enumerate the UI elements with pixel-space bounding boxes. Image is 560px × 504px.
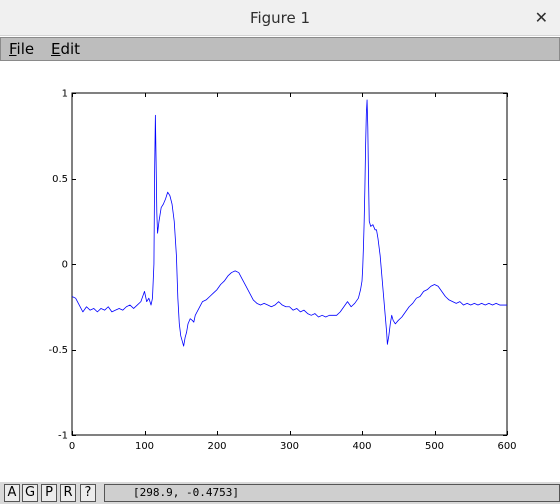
menu-file-label: ile [16, 40, 35, 58]
menu-bar: File Edit [0, 37, 560, 61]
x-tick-label: 100 [135, 441, 154, 452]
x-tick-label: 600 [497, 441, 516, 452]
x-tick-label: 200 [207, 441, 226, 452]
y-tick-label: -1 [58, 431, 68, 442]
ecg-trace-line [71, 99, 507, 347]
close-icon[interactable]: ✕ [535, 0, 548, 36]
y-tick-label: 0 [62, 260, 68, 271]
help-button[interactable]: ? [80, 484, 96, 502]
window-title: Figure 1 [249, 9, 311, 27]
y-tick-label: -0.5 [48, 345, 68, 356]
x-tick-label: 500 [425, 441, 444, 452]
rotate-button[interactable]: R [60, 484, 76, 502]
x-tick-label: 0 [69, 441, 75, 452]
menu-edit-label: dit [60, 40, 81, 58]
y-tick-label: 0.5 [52, 174, 68, 185]
grid-button[interactable]: G [22, 484, 38, 502]
y-tick-label: 1 [62, 89, 68, 100]
status-bar: A G P R ? [298.9, -0.4753] [0, 482, 560, 504]
x-tick-label: 400 [352, 441, 371, 452]
menu-edit[interactable]: Edit [51, 40, 80, 58]
ecg-chart: 0 100 200 300 400 500 600 -1 -0.5 0 0.5 1 [48, 89, 516, 453]
plot-area[interactable]: 0 100 200 300 400 500 600 -1 -0.5 0 0.5 1 [0, 62, 560, 482]
axes-box [71, 92, 508, 436]
menu-file[interactable]: File [9, 40, 34, 58]
pan-button[interactable]: P [41, 484, 57, 502]
coordinate-readout: [298.9, -0.4753] [104, 484, 560, 502]
window-titlebar: Figure 1 ✕ [0, 0, 560, 36]
autoscale-button[interactable]: A [4, 484, 20, 502]
x-tick-label: 300 [280, 441, 299, 452]
menu-file-accel: F [9, 40, 17, 58]
